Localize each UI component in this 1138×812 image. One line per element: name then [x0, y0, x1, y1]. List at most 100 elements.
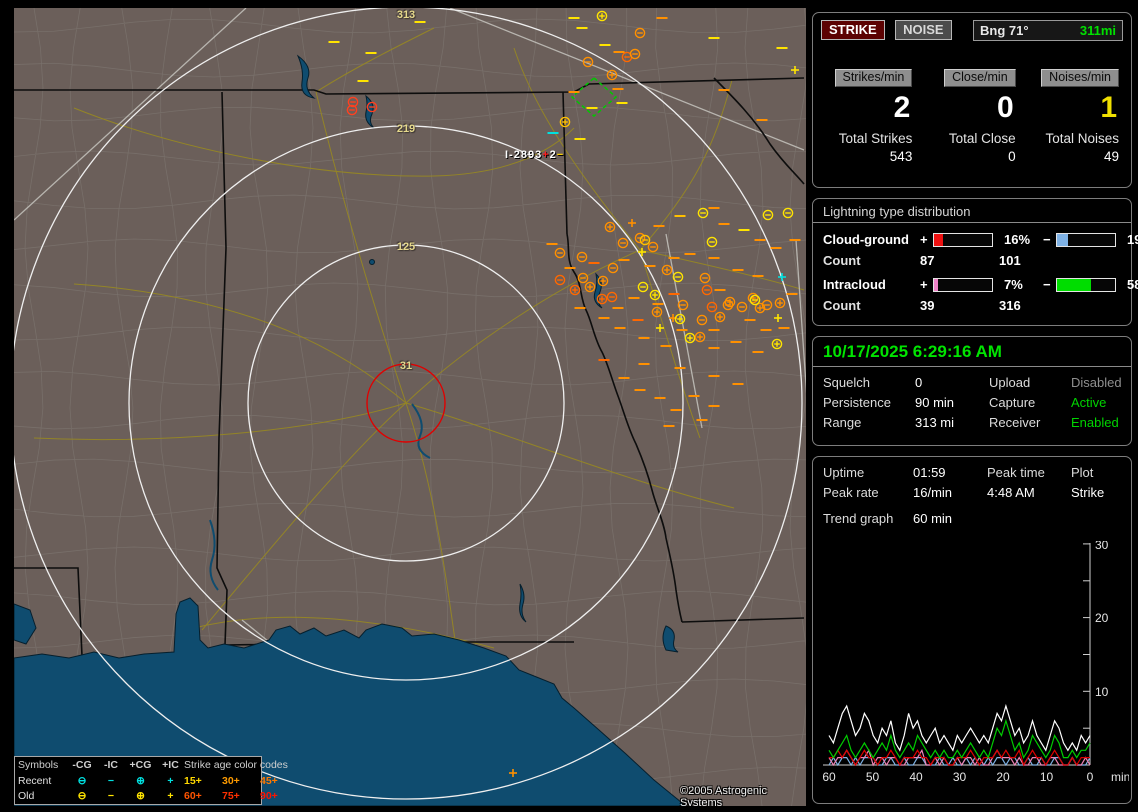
uptime-value: 01:59	[913, 465, 946, 480]
close-column: Close/min 0 Total Close 0	[928, 68, 1016, 164]
y-ticks	[1083, 543, 1090, 729]
plus-sign: +	[920, 232, 928, 247]
peak-time-label: Peak time	[987, 465, 1045, 480]
ring-label-125: 125	[396, 241, 416, 253]
cloud-ground-count-row: Count 87 101	[813, 253, 1131, 268]
old-neg-ic-icon: −	[107, 789, 115, 802]
peak-time-value: 4:48 AM	[987, 485, 1035, 500]
old-pos-ic-icon: +	[167, 789, 174, 802]
trend-window-value: 60 min	[913, 511, 953, 526]
intracloud-row: Intracloud + 7% − 58%	[813, 277, 1138, 292]
cloud-ground-row: Cloud-ground + 16% − 19%	[813, 232, 1138, 247]
trend-graph: 30 20 10 60 50 40 30 20 10 0 min	[822, 541, 1129, 784]
trac-cell-label: I-2893+2−	[505, 149, 564, 161]
y-tick-20: 20	[1095, 611, 1109, 625]
cg-minus-pct: 19%	[1127, 232, 1138, 247]
counters-panel: STRIKE NOISE Bng 71° 311mi Strikes/min 2…	[812, 12, 1132, 188]
y-tick-30: 30	[1095, 541, 1109, 552]
uptime-label: Uptime	[823, 465, 865, 480]
plus-sign: +	[920, 277, 928, 292]
trac-rank: 2	[549, 149, 557, 161]
distribution-title: Lightning type distribution	[813, 199, 1131, 223]
legend-symbols-header: Symbols	[18, 759, 59, 771]
plot-mode-value: Strike	[1071, 485, 1105, 500]
trend-graph-label: Trend graph	[823, 511, 894, 526]
copyright-text: ©2005 Astrogenic Systems	[680, 785, 767, 806]
map-canvas[interactable]: 313 219 125 31 I-2893+2− Symbols -CG -IC…	[14, 8, 806, 806]
minus-sign: −	[1043, 277, 1051, 292]
squelch-label: Squelch	[823, 375, 870, 390]
ic-plus-bar	[933, 277, 993, 292]
recent-pos-ic-icon: +	[167, 774, 174, 787]
legend-col-pos-ic: +IC	[162, 759, 179, 771]
x-tick-30: 30	[953, 770, 967, 784]
y-tick-10: 10	[1095, 685, 1109, 699]
close-per-min-value: 0	[996, 91, 1014, 124]
age-30: 30+	[222, 774, 240, 787]
range-value: 313 mi	[915, 415, 955, 430]
ic-minus-count: 316	[999, 298, 1021, 313]
cg-plus-count: 87	[920, 253, 935, 268]
legend-age-header: Strike age color codes	[184, 759, 288, 771]
map-legend: Symbols -CG -IC +CG +IC Strike age color…	[14, 756, 288, 805]
old-pos-cg-icon: ⊕	[136, 789, 145, 802]
legend-old-label: Old	[18, 789, 35, 802]
noise-button[interactable]: NOISE	[895, 20, 952, 40]
legend-recent-label: Recent	[18, 774, 52, 787]
total-strikes-label: Total Strikes	[838, 131, 913, 146]
strikes-per-min-button[interactable]: Strikes/min	[834, 69, 913, 87]
count-label: Count	[823, 298, 861, 313]
squelch-value: 0	[915, 375, 923, 390]
persistence-label: Persistence	[823, 395, 891, 410]
legend-col-pos-cg: +CG	[129, 759, 152, 771]
receiver-status: Enabled	[1071, 415, 1119, 430]
bearing-range: 311mi	[1079, 23, 1116, 38]
ic-minus-pct: 58%	[1127, 277, 1138, 292]
upload-label: Upload	[989, 375, 1031, 390]
recent-neg-ic-icon: −	[107, 774, 115, 787]
x-axis-unit: min	[1111, 770, 1129, 784]
x-tick-60: 60	[822, 770, 836, 784]
ring-label-31: 31	[399, 360, 413, 372]
app-window: { "toolbar": { "strike": "STRIKE", "nois…	[0, 0, 1138, 812]
legend-col-neg-ic: -IC	[104, 759, 118, 771]
x-tick-50: 50	[866, 770, 880, 784]
age-15: 15+	[184, 774, 202, 787]
cg-plus-pct: 16%	[1004, 232, 1031, 247]
minus-sign: −	[1043, 232, 1051, 247]
ring-label-313: 313	[396, 9, 416, 21]
ic-minus-bar	[1056, 277, 1116, 292]
upload-status: Disabled	[1071, 375, 1122, 390]
x-tick-20: 20	[996, 770, 1010, 784]
capture-label: Capture	[989, 395, 1036, 410]
peak-rate-value: 16/min	[913, 485, 953, 500]
range-label: Range	[823, 415, 862, 430]
ic-plus-pct: 7%	[1004, 277, 1023, 292]
close-per-min-button[interactable]: Close/min	[944, 69, 1016, 87]
peak-rate-label: Peak rate	[823, 485, 879, 500]
age-60: 60+	[184, 789, 202, 802]
total-noises-label: Total Noises	[1045, 131, 1119, 146]
cg-minus-count: 101	[999, 253, 1021, 268]
receiver-label: Receiver	[989, 415, 1041, 430]
recent-neg-cg-icon: ⊖	[77, 774, 87, 787]
total-noises-value: 49	[1103, 149, 1119, 164]
datetime-display: 10/17/2025 6:29:16 AM	[813, 337, 1131, 367]
cg-plus-bar	[933, 232, 993, 247]
bearing-display: Bng 71° 311mi	[973, 20, 1123, 41]
cg-minus-bar	[1056, 232, 1116, 247]
noises-per-min-value: 1	[1100, 91, 1117, 124]
age-75: 75+	[222, 789, 240, 802]
x-tick-10: 10	[1040, 770, 1054, 784]
bearing-label: Bng 71°	[980, 23, 1029, 38]
ic-plus-count: 39	[920, 298, 935, 313]
strike-button[interactable]: STRIKE	[821, 20, 885, 40]
strikes-column: Strikes/min 2 Total Strikes 543	[825, 68, 913, 164]
noises-per-min-button[interactable]: Noises/min	[1041, 69, 1119, 87]
trac-trend-sign: +	[542, 149, 550, 161]
old-neg-cg-icon: ⊖	[77, 789, 87, 802]
capture-status: Active	[1071, 395, 1107, 410]
noises-column: Noises/min 1 Total Noises 49	[1032, 68, 1119, 164]
stats-panel: Uptime 01:59 Peak time Plot Peak rate 16…	[812, 456, 1132, 804]
strikes-per-min-value: 2	[893, 91, 911, 124]
